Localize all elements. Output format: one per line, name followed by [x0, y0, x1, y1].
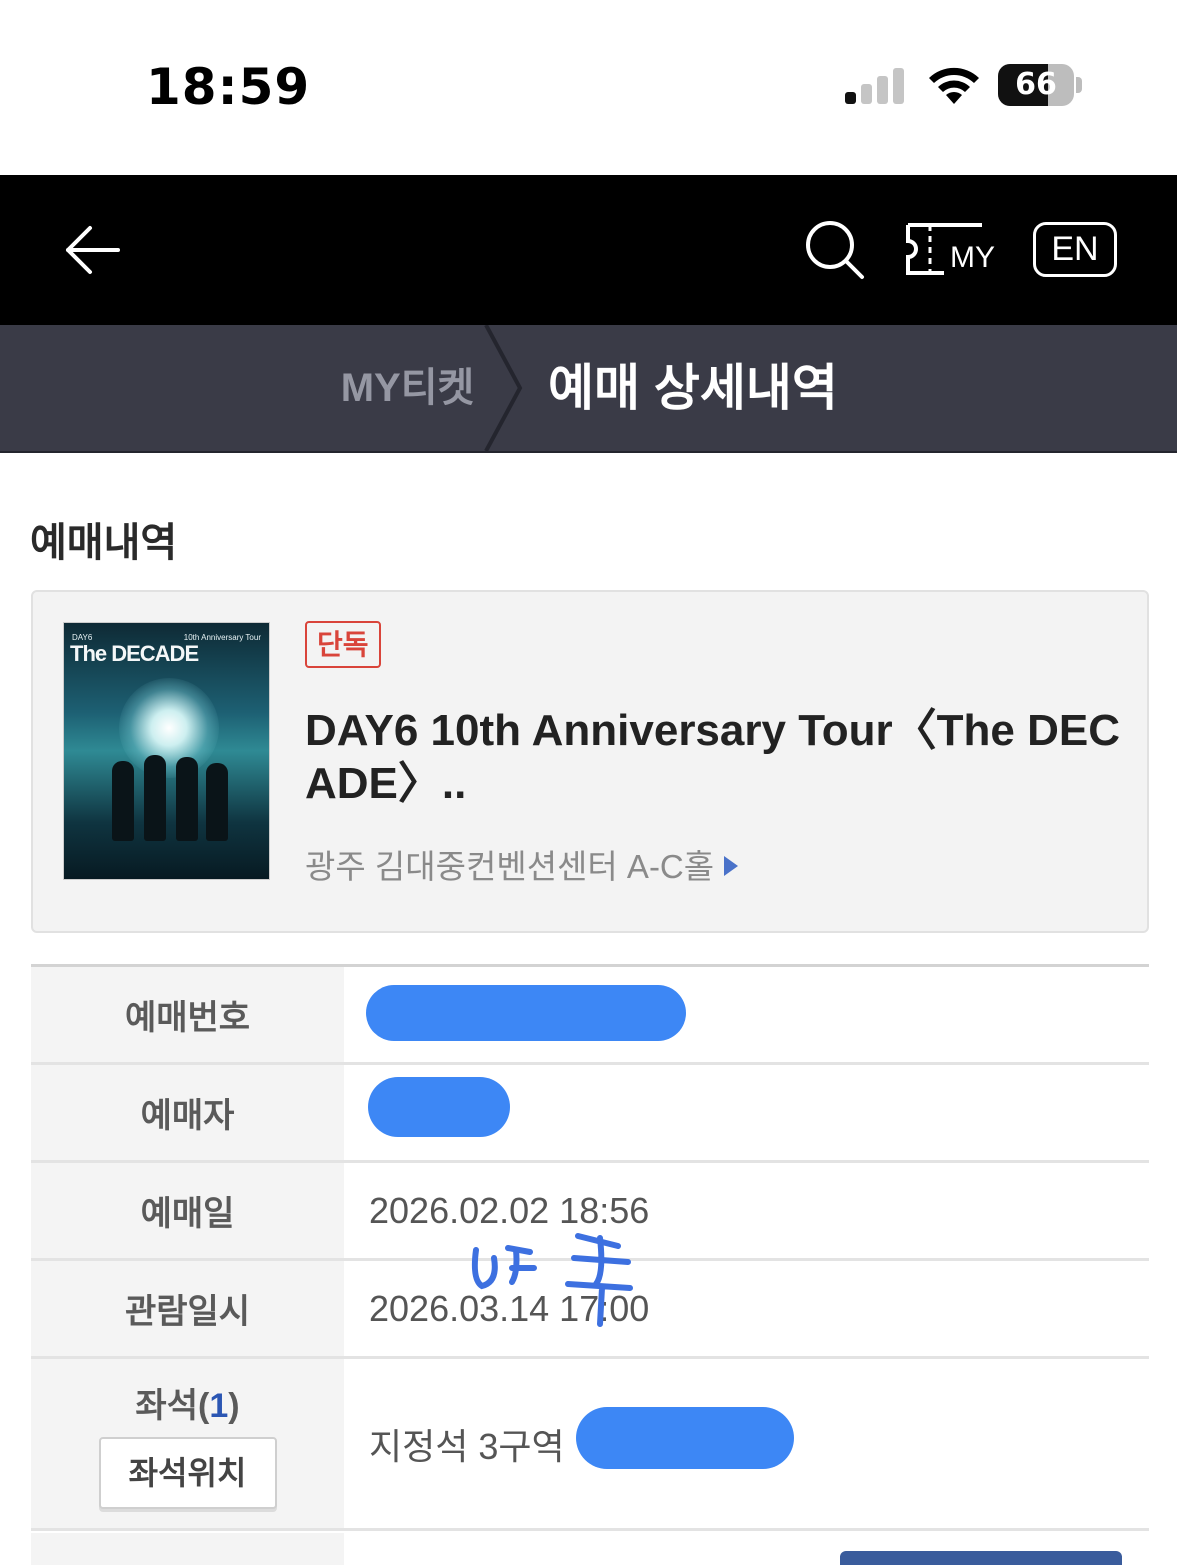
redaction-mark	[368, 1077, 510, 1137]
booking-number-label: 예매번호	[31, 967, 344, 1062]
battery-percent: 66	[1015, 67, 1057, 102]
booker-label: 예매자	[31, 1065, 344, 1160]
status-time: 18:59	[146, 58, 311, 116]
redaction-mark	[576, 1407, 794, 1469]
status-bar: 18:59 66	[0, 0, 1177, 175]
top-nav-bar: MY EN	[0, 175, 1177, 325]
battery-icon: 66	[998, 64, 1074, 106]
seat-value-cell: 지정석 3구역	[344, 1359, 1149, 1528]
booker-value	[344, 1065, 1149, 1160]
battery-tip	[1076, 77, 1082, 93]
action-button-partial[interactable]	[840, 1551, 1122, 1565]
booking-card[interactable]: DAY6 10th Anniversary Tour The DECADE 단독…	[31, 590, 1149, 933]
seat-label-cell: 좌석(1) 좌석위치	[31, 1359, 344, 1528]
poster-glow	[119, 678, 219, 778]
seat-value: 지정석 3구역	[369, 1425, 565, 1467]
venue-name: 광주 김대중컨벤션센터 A-C홀	[305, 848, 715, 885]
language-toggle-button[interactable]: EN	[1033, 222, 1117, 277]
table-row-booking-number: 예매번호	[31, 967, 1149, 1065]
arrow-left-icon[interactable]	[60, 215, 130, 285]
event-title[interactable]: DAY6 10th Anniversary Tour〈The DECADE〉..	[305, 704, 1125, 810]
booking-number-value	[344, 967, 1149, 1062]
booking-date-value: 2026.02.02 18:56	[369, 1189, 650, 1231]
view-datetime-label: 관람일시	[31, 1261, 344, 1356]
booking-date-label: 예매일	[31, 1163, 344, 1258]
my-ticket-label: MY	[950, 241, 995, 274]
handwritten-scribble	[471, 1233, 633, 1327]
view-datetime-value: 2026.03.14 17:00	[369, 1287, 650, 1329]
caret-right-icon	[724, 856, 739, 876]
seat-location-button[interactable]: 좌석위치	[98, 1437, 277, 1509]
wifi-icon	[929, 67, 979, 104]
seat-count: 1	[209, 1387, 229, 1425]
redaction-mark	[366, 985, 686, 1041]
event-poster-image: DAY6 10th Anniversary Tour The DECADE	[63, 622, 270, 880]
breadcrumb-separator-icon	[484, 325, 523, 451]
cellular-signal-icon	[845, 68, 905, 104]
poster-title: The DECADE	[70, 641, 199, 666]
page-title: 예매 상세내역	[548, 360, 838, 416]
venue-link[interactable]: 광주 김대중컨벤션센터 A-C홀	[305, 840, 739, 888]
seat-label: 좌석(1)	[135, 1387, 240, 1425]
exclusive-badge: 단독	[305, 621, 381, 668]
section-title: 예매내역	[30, 521, 178, 565]
search-icon[interactable]	[800, 215, 870, 285]
table-row-seat: 좌석(1) 좌석위치 지정석 3구역	[31, 1359, 1149, 1531]
breadcrumb: MY티켓 예매 상세내역	[0, 325, 1177, 453]
my-ticket-button[interactable]: MY	[904, 219, 1004, 279]
table-row-booker: 예매자	[31, 1065, 1149, 1163]
